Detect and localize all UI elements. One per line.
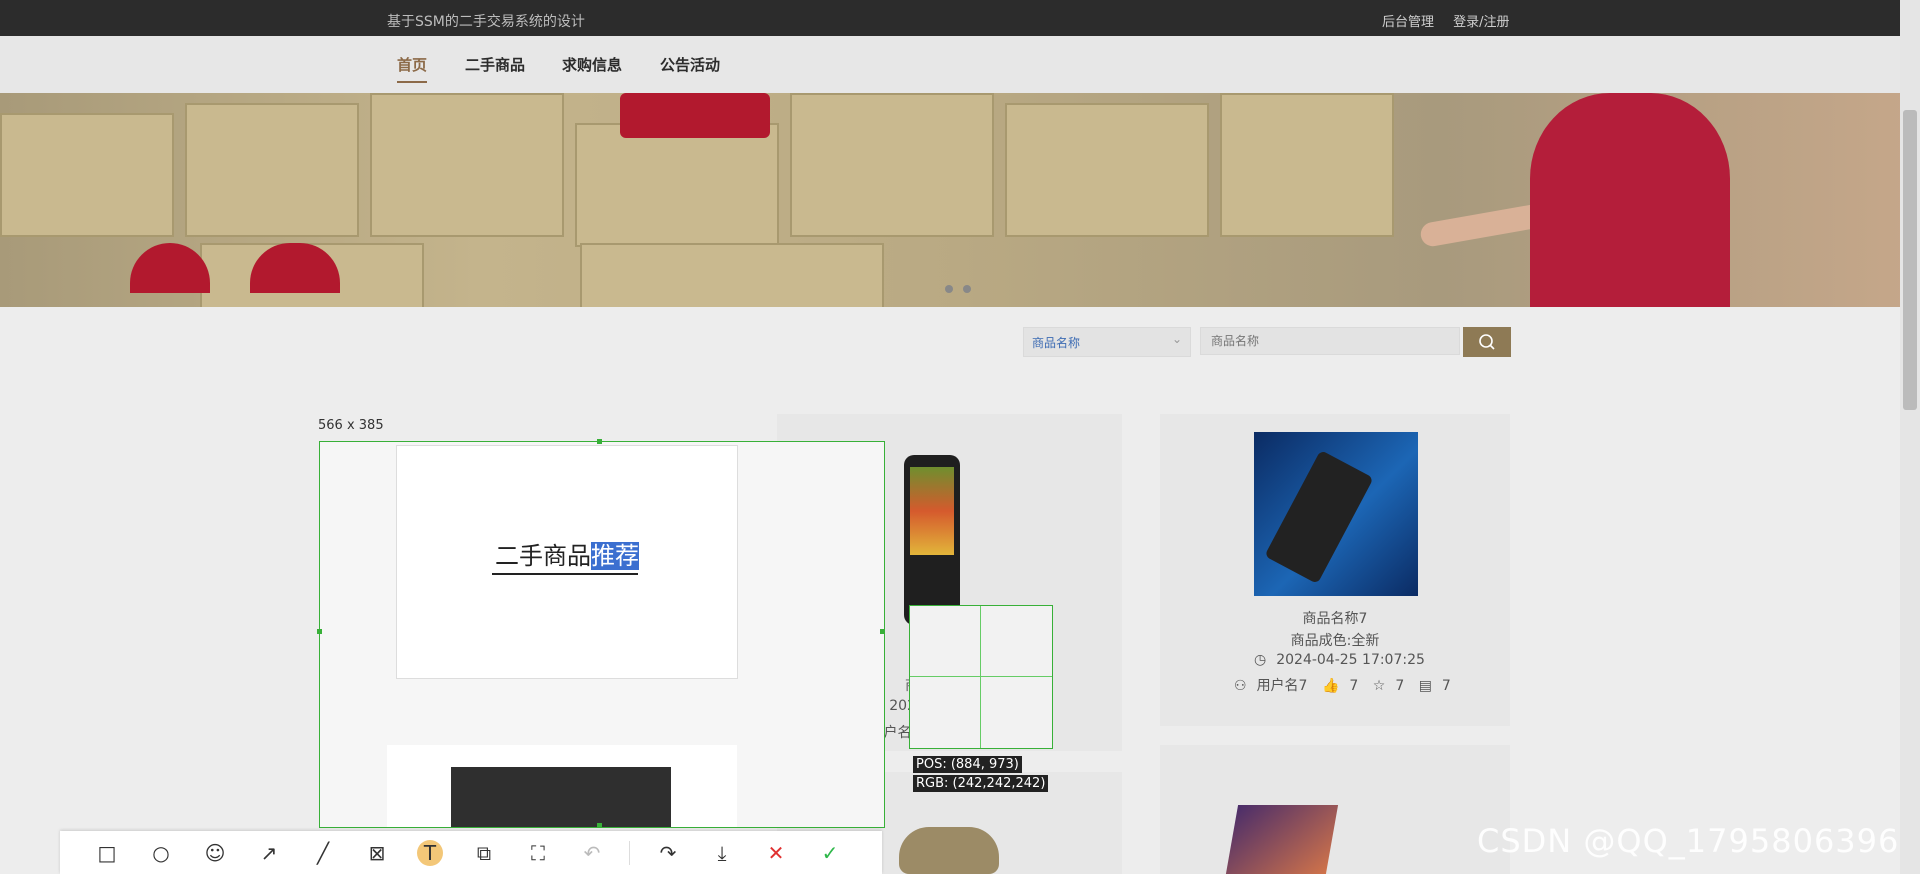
resize-handle[interactable]: [317, 629, 322, 634]
download-icon[interactable]: ⤓: [709, 840, 735, 866]
product-name[interactable]: 商品名称7: [1160, 608, 1510, 628]
arrow-icon[interactable]: ↗: [256, 840, 282, 866]
recommend-title: 二手商品推荐: [397, 536, 737, 571]
product-date-row: ◷ 2024-04-25 17:07:25: [1254, 652, 1435, 668]
site-title: 基于SSM的二手交易系统的设计: [387, 14, 585, 30]
thumbs-up-icon[interactable]: 👍: [1322, 678, 1339, 694]
product-image[interactable]: [899, 827, 999, 874]
ellipse-icon[interactable]: ○: [148, 840, 174, 866]
capture-selection[interactable]: 二手商品推荐: [319, 441, 885, 828]
product-date: 2024-04-25 17:07:25: [1276, 652, 1425, 668]
product-stats-row: ⚇ 用户名7 👍 7 ☆ 7 ▤ 7: [1234, 675, 1461, 695]
top-links: 后台管理 登录/注册: [1382, 11, 1525, 30]
banner-tile: [575, 123, 779, 247]
search-select-value: 商品名称: [1032, 336, 1081, 350]
text-icon[interactable]: T: [417, 840, 443, 866]
magnifier-crosshair-v: [980, 606, 981, 748]
capture-toolbar: □ ○ ☺ ↗ ╱ ⊠ T ⧉ ⛶ ↶ ↷ ⤓ ✕ ✓: [60, 831, 882, 874]
capture-size-label: 566 x 385: [318, 418, 384, 433]
banner-tile: [370, 93, 564, 237]
confirm-icon[interactable]: ✓: [817, 840, 843, 866]
rectangle-icon[interactable]: □: [94, 840, 120, 866]
banner-tile: [1220, 93, 1394, 237]
banner-tile: [580, 243, 884, 307]
product-likes: 7: [1349, 678, 1359, 694]
banner-carousel[interactable]: [0, 93, 1920, 307]
search-input[interactable]: [1200, 327, 1460, 355]
product-favorites: 7: [1395, 678, 1405, 694]
search-button[interactable]: [1463, 327, 1511, 357]
emoji-icon[interactable]: ☺: [202, 840, 228, 866]
product-condition: 商品成色:全新: [1290, 633, 1380, 649]
carousel-dot[interactable]: [945, 285, 953, 293]
star-icon[interactable]: ☆: [1373, 678, 1386, 694]
color-picker-magnifier: [909, 605, 1053, 749]
csdn-watermark: CSDN @QQ_1795806396: [1477, 822, 1900, 860]
copy-icon[interactable]: ⧉: [471, 840, 497, 866]
remote-body: [1264, 449, 1374, 585]
recommend-panel: 二手商品推荐: [396, 445, 738, 679]
undo-icon[interactable]: ↶: [579, 840, 605, 866]
product-comments: 7: [1441, 678, 1451, 694]
login-register-link[interactable]: 登录/注册: [1453, 15, 1509, 30]
nav-purchase-requests[interactable]: 求购信息: [562, 54, 622, 75]
recommend-title-main: 二手商品: [495, 542, 591, 570]
cursor-position-label: POS: (884, 973): [913, 756, 1022, 773]
pen-icon[interactable]: ╱: [310, 840, 336, 866]
resize-handle[interactable]: [597, 439, 602, 444]
product-image[interactable]: [1225, 805, 1339, 874]
chevron-down-icon: ⌄: [1171, 332, 1182, 346]
cancel-icon[interactable]: ✕: [763, 840, 789, 866]
ocr-icon[interactable]: ⛶: [525, 840, 551, 866]
main-nav: 首页 二手商品 求购信息 公告活动: [0, 36, 1920, 93]
search-icon: [1479, 334, 1495, 350]
share-icon[interactable]: ↷: [655, 840, 681, 866]
carousel-dot[interactable]: [963, 285, 971, 293]
banner-tile: [790, 93, 994, 237]
banner-red-shoe: [130, 243, 210, 293]
page-scrollbar[interactable]: [1900, 0, 1920, 874]
clock-icon: ◷: [1254, 652, 1267, 668]
product-user: 用户名7: [1256, 678, 1308, 694]
banner-red-box: [620, 93, 770, 138]
product-card[interactable]: [1160, 745, 1510, 874]
product-image[interactable]: [904, 455, 960, 625]
scrollbar-thumb[interactable]: [1903, 110, 1917, 410]
banner-tile: [0, 113, 174, 237]
product-card[interactable]: [387, 745, 737, 827]
resize-handle[interactable]: [597, 823, 602, 828]
recommend-title-highlight: 推荐: [591, 542, 639, 570]
resize-handle[interactable]: [880, 629, 885, 634]
mosaic-icon[interactable]: ⊠: [364, 840, 390, 866]
banner-tile: [185, 103, 359, 237]
banner-figure: [1530, 93, 1730, 307]
admin-link[interactable]: 后台管理: [1382, 15, 1434, 30]
magnifier-crosshair-h: [910, 676, 1052, 677]
cursor-rgb-label: RGB: (242,242,242): [913, 775, 1049, 792]
comment-icon[interactable]: ▤: [1419, 678, 1432, 694]
product-card[interactable]: 商品名称7 商品成色:全新 ◷ 2024-04-25 17:07:25 ⚇ 用户名7…: [1160, 414, 1510, 726]
top-bar: 基于SSM的二手交易系统的设计 后台管理 登录/注册: [0, 0, 1920, 36]
user-icon: ⚇: [1234, 678, 1247, 694]
product-image[interactable]: [1254, 432, 1418, 596]
product-image[interactable]: [451, 767, 671, 827]
toolbar-separator: [629, 841, 630, 865]
nav-announcements[interactable]: 公告活动: [660, 54, 720, 75]
nav-second-hand-goods[interactable]: 二手商品: [465, 54, 525, 75]
banner-tile: [1005, 103, 1209, 237]
phone-screen: [910, 467, 954, 555]
nav-home[interactable]: 首页: [397, 54, 428, 83]
recommend-underline: [492, 573, 638, 575]
search-field-select[interactable]: 商品名称 ⌄: [1023, 327, 1191, 357]
